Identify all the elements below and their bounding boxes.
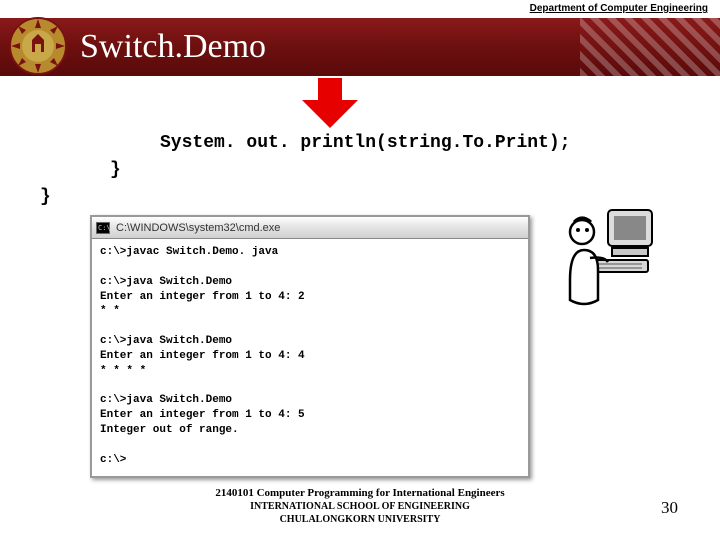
page-number: 30: [661, 498, 678, 518]
cmd-output: c:\>javac Switch.Demo. java c:\>java Swi…: [92, 239, 528, 476]
university-seal-icon: [8, 16, 68, 76]
cmd-window: C:\ C:\WINDOWS\system32\cmd.exe c:\>java…: [90, 215, 530, 478]
slide-title: Switch.Demo: [80, 28, 266, 66]
footer-university: CHULALONGKORN UNIVERSITY: [0, 514, 720, 527]
code-brace: }: [40, 157, 680, 184]
footer-school: INTERNATIONAL SCHOOL OF ENGINEERING: [0, 501, 720, 514]
red-arrow-icon: [300, 78, 360, 128]
title-bar: Switch.Demo: [0, 18, 720, 76]
cmd-titlebar: C:\ C:\WINDOWS\system32\cmd.exe: [92, 217, 528, 239]
footer: 2140101 Computer Programming for Interna…: [0, 487, 720, 526]
code-snippet: System. out. println(string.To.Print); }…: [40, 130, 680, 211]
footer-course: 2140101 Computer Programming for Interna…: [0, 487, 720, 501]
header-decoration: [580, 18, 720, 76]
computer-user-clipart-icon: [560, 200, 660, 310]
code-line: System. out. println(string.To.Print);: [40, 130, 680, 157]
dept-label: Department of Computer Engineering: [0, 0, 720, 18]
cmd-title-text: C:\WINDOWS\system32\cmd.exe: [116, 222, 280, 234]
cmd-icon: C:\: [96, 222, 110, 234]
